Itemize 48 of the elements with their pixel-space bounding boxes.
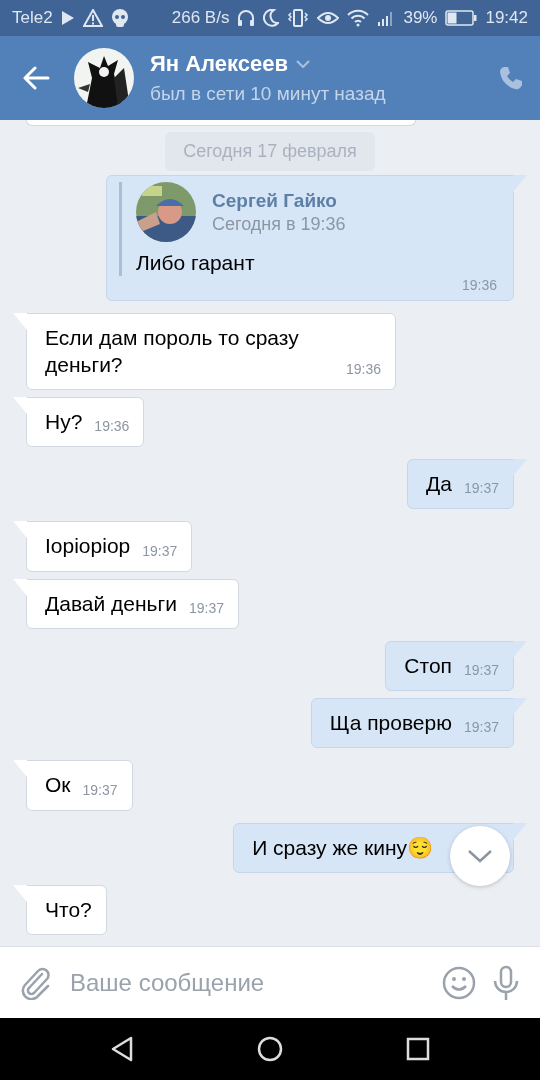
message-text: Ща проверю — [329, 710, 452, 736]
message-time: 19:37 — [463, 720, 499, 735]
battery-percent: 39% — [403, 7, 438, 30]
message-time: 19:37 — [463, 663, 499, 677]
message-time: 19:36 — [345, 361, 381, 376]
contact-name: Ян Алексеев — [150, 50, 288, 79]
last-seen-status: был в сети 10 минут назад — [150, 82, 387, 107]
headphones-icon — [237, 9, 256, 27]
message-text: Если дам пороль то сразу деньги? — [45, 325, 300, 378]
message-text: Iopiopiop — [45, 533, 131, 560]
warning-icon — [82, 9, 103, 27]
message-time: 19:37 — [188, 600, 224, 615]
chevron-down-icon — [467, 849, 493, 863]
message-text: Ок — [45, 772, 71, 799]
message-time: 19:36 — [94, 419, 130, 433]
chevron-down-icon[interactable] — [296, 59, 310, 68]
message-time: 19:37 — [463, 481, 499, 496]
message-time: 19:37 — [142, 543, 178, 558]
moon-icon — [263, 9, 280, 27]
message-text: Либо гарант — [136, 250, 256, 276]
smiley-icon[interactable] — [442, 965, 476, 1000]
back-icon[interactable] — [109, 1036, 134, 1062]
eye-icon — [317, 10, 340, 26]
network-speed: 266 B/s — [171, 7, 230, 30]
phone-icon[interactable] — [498, 65, 524, 91]
message-text: Давай деньги — [45, 590, 177, 617]
forward-time: Сегодня в 19:36 — [212, 212, 346, 236]
message-text: Что? — [45, 896, 92, 923]
message-text: И сразу же кину😌 — [252, 834, 433, 861]
message-text: Ну? — [45, 408, 83, 435]
recents-icon[interactable] — [406, 1037, 431, 1061]
message-text: Да — [426, 471, 452, 497]
paperclip-icon[interactable] — [20, 965, 52, 1000]
message-time: 19:36 — [461, 278, 497, 293]
clock-time: 19:42 — [485, 7, 528, 30]
skull-icon — [110, 9, 129, 27]
message-text: Стоп — [404, 652, 452, 679]
wifi-icon — [347, 9, 370, 27]
author-name[interactable]: Сергей Гайко — [212, 188, 346, 213]
play-icon — [60, 10, 75, 26]
back-arrow-icon[interactable] — [22, 66, 50, 90]
date-label: Сегодня 17 февраля — [165, 132, 375, 171]
microphone-icon[interactable] — [492, 964, 520, 1001]
battery-icon — [445, 10, 478, 26]
message-time: 19:37 — [82, 782, 118, 797]
home-icon[interactable] — [257, 1036, 283, 1062]
carrier-name: Tele2 — [12, 7, 53, 30]
vibrate-icon — [287, 9, 310, 27]
